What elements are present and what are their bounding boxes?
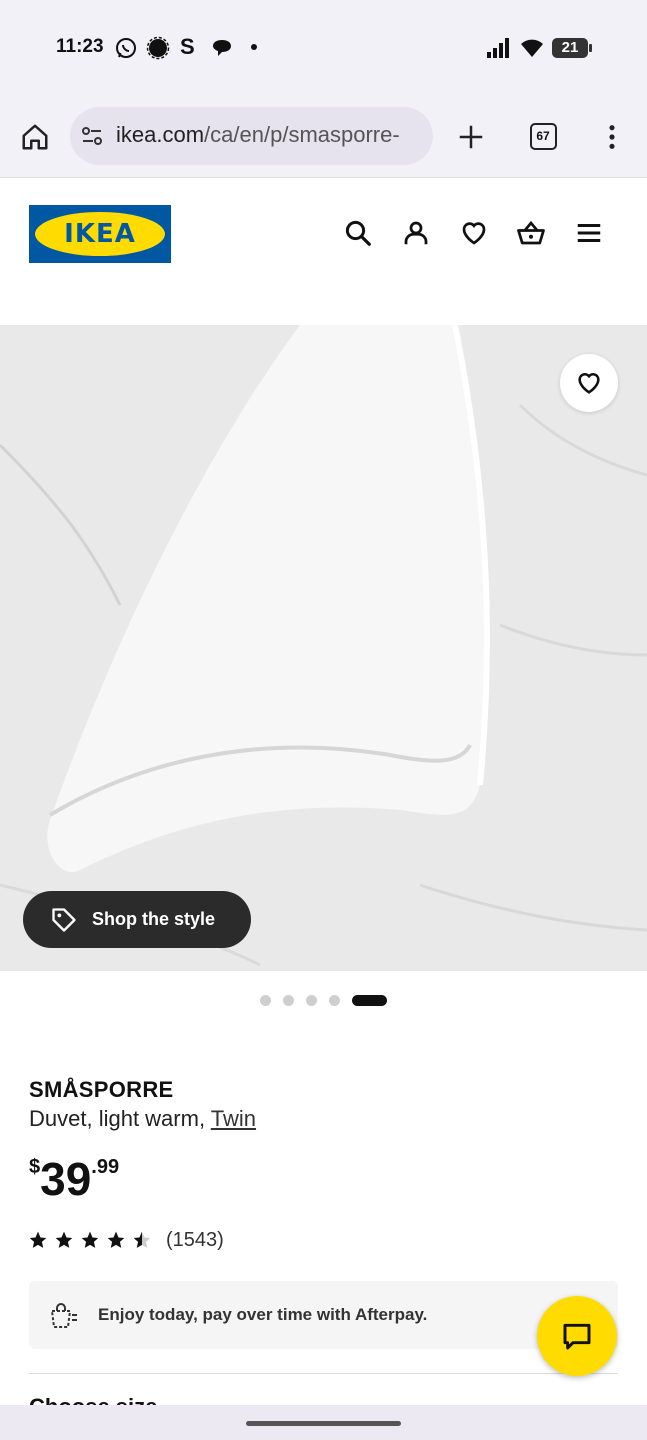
system-nav-bar (0, 1405, 647, 1440)
product-price: $39.99 (29, 1152, 119, 1206)
star-icon-4 (107, 1231, 125, 1248)
star-rating[interactable] (28, 1230, 153, 1252)
s-app-icon: S (180, 34, 195, 59)
afterpay-text: Enjoy today, pay over time with Afterpay… (98, 1305, 428, 1324)
status-time: 11:23 (56, 36, 104, 57)
rating-count[interactable]: (1543) (166, 1229, 224, 1252)
address-bar[interactable]: ikea.com/ca/en/p/smasporre- (70, 107, 433, 165)
signal-app-icon (146, 36, 170, 60)
tag-icon (52, 908, 76, 932)
shop-the-style-label: Shop the style (92, 909, 216, 929)
menu-icon[interactable] (574, 218, 604, 248)
favourites-icon[interactable] (459, 218, 489, 248)
url-path: /ca/en/p/smasporre- (204, 122, 400, 147)
heart-icon (578, 373, 600, 394)
tab-switcher-button[interactable]: 67 (530, 123, 557, 150)
price-decimal: .99 (91, 1156, 120, 1178)
shopping-bag-dashed-icon (50, 1303, 77, 1328)
home-icon[interactable] (20, 122, 50, 152)
chat-icon (563, 1323, 591, 1350)
shop-the-style-button[interactable]: Shop the style (23, 891, 251, 948)
cell-signal-icon (487, 38, 509, 58)
chat-button[interactable] (537, 1296, 617, 1376)
carousel-dot-5-active[interactable] (352, 995, 387, 1006)
add-to-favourites-button[interactable] (560, 354, 618, 412)
star-half-icon (133, 1231, 151, 1248)
browser-toolbar: ikea.com/ca/en/p/smasporre- 67 (0, 96, 647, 178)
site-header: IKEA (0, 178, 647, 325)
product-name: SMÅSPORRE (29, 1077, 174, 1102)
tab-count: 67 (536, 129, 550, 143)
more-options-icon[interactable] (598, 122, 626, 152)
star-icon-1 (29, 1231, 47, 1248)
battery-level: 21 (561, 39, 579, 56)
wifi-icon (521, 39, 543, 57)
carousel-dot-4[interactable] (329, 995, 340, 1006)
star-icon-2 (55, 1231, 73, 1248)
status-bar: 11:23 S 21 (0, 0, 647, 96)
price-currency: $ (29, 1156, 41, 1178)
account-icon[interactable] (401, 218, 431, 248)
product-description: Duvet, light warm, Twin (29, 1106, 256, 1132)
url-domain: ikea.com (116, 122, 205, 147)
star-icon-3 (81, 1231, 99, 1248)
chat-bubble-icon (213, 40, 231, 56)
search-icon[interactable] (343, 218, 373, 248)
divider (29, 1373, 618, 1374)
product-image[interactable]: Shop the style (0, 325, 647, 971)
carousel-dot-2[interactable] (283, 995, 294, 1006)
new-tab-icon[interactable] (456, 122, 486, 152)
url-text: ikea.com/ca/en/p/smasporre- (116, 122, 400, 148)
site-settings-icon[interactable] (80, 124, 104, 148)
ikea-logo[interactable]: IKEA (29, 205, 171, 263)
logo-text: IKEA (64, 219, 136, 249)
product-description-text: Duvet, light warm, (29, 1106, 211, 1131)
battery-icon: 21 (552, 38, 588, 58)
basket-icon[interactable] (516, 218, 546, 248)
whatsapp-icon (116, 38, 136, 58)
size-link[interactable]: Twin (211, 1106, 256, 1131)
battery-tip (589, 44, 592, 52)
home-gesture-handle[interactable] (246, 1421, 401, 1426)
duvet-photo (0, 325, 647, 971)
carousel-dot-1[interactable] (260, 995, 271, 1006)
dot-icon (251, 44, 257, 50)
price-integer: 39 (40, 1153, 92, 1205)
afterpay-banner[interactable]: Enjoy today, pay over time with Afterpay… (29, 1281, 618, 1349)
carousel-dot-3[interactable] (306, 995, 317, 1006)
